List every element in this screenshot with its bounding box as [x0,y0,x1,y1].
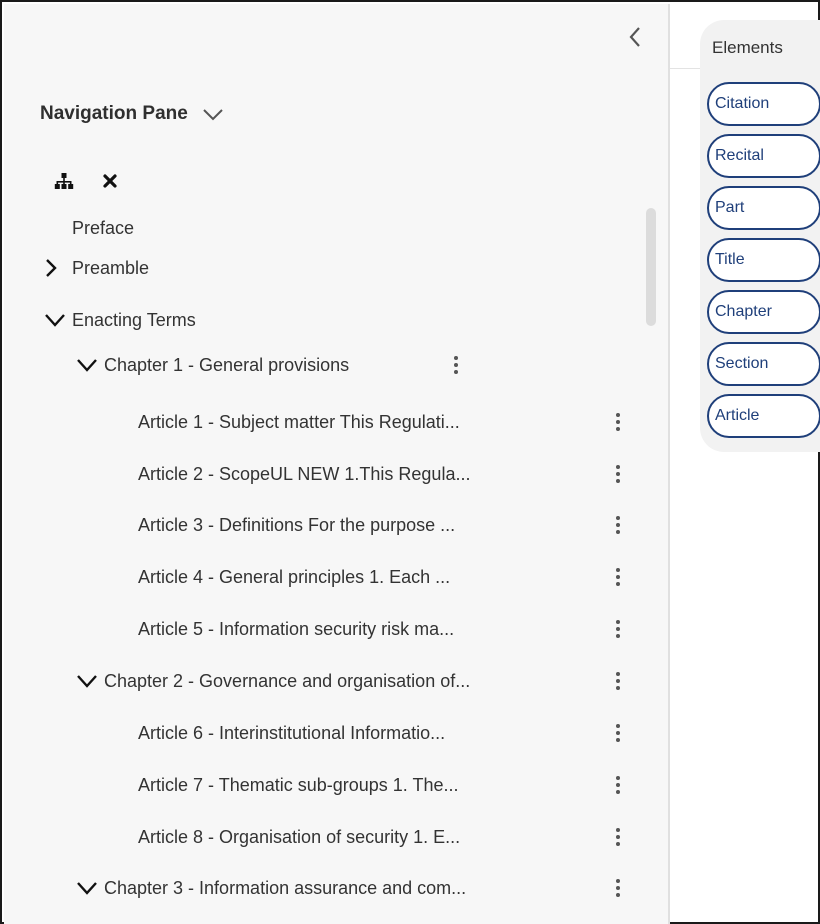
element-label: Recital [715,147,764,164]
chevron-down-icon[interactable] [76,354,104,376]
tree-item-article[interactable]: Article 6 - Interinstitutional Informati… [138,715,445,751]
tree-item-article[interactable]: Article 8 - Organisation of security 1. … [138,819,460,855]
header-rule [670,68,700,69]
tree-scrollbar-thumb[interactable] [646,208,656,326]
element-part[interactable]: Part [707,186,820,230]
more-options-icon[interactable] [610,772,626,798]
app-frame: Navigation Pane Preface Preamble Enactin… [0,0,820,924]
more-options-icon[interactable] [610,512,626,538]
tree-item-label: Article 1 - Subject matter This Regulati… [138,411,460,432]
more-options-icon[interactable] [448,352,464,378]
tree-item-preamble[interactable]: Preamble [44,250,149,286]
tree-item-label: Article 6 - Interinstitutional Informati… [138,722,446,743]
more-options-icon[interactable] [610,409,626,435]
tree-item-article[interactable]: Article 2 - ScopeUL NEW 1.This Regula... [138,456,470,492]
element-title[interactable]: Title [707,238,820,282]
chevron-left-icon [629,27,640,47]
tree-toolbar [52,168,122,194]
close-icon [103,174,117,188]
chevron-down-icon[interactable] [76,877,104,899]
navigation-pane: Navigation Pane Preface Preamble Enactin… [4,4,668,924]
chevron-down-icon [203,109,223,121]
element-article[interactable]: Article [707,394,820,438]
chevron-right-icon[interactable] [44,257,72,279]
element-label: Part [715,199,745,216]
pane-divider[interactable] [668,4,670,924]
more-options-icon[interactable] [610,824,626,850]
tree-item-label: Article 4 - General principles 1. Each .… [138,566,451,587]
structure-view-button[interactable] [52,169,76,193]
more-options-icon[interactable] [610,720,626,746]
tree-item-chapter[interactable]: Chapter 2 - Governance and organisation … [76,663,470,699]
tree-item-label: Chapter 3 - Information assurance and co… [104,877,467,898]
close-tree-button[interactable] [98,169,122,193]
tree-item-enacting-terms[interactable]: Enacting Terms [44,302,196,338]
element-label: Section [715,355,769,372]
tree-item-chapter[interactable]: Chapter 3 - Information assurance and co… [76,870,466,906]
tree-item-label: Chapter 2 - Governance and organisation … [104,670,471,691]
tree-item-label: Preface [72,217,135,238]
elements-panel: Elements Citation Recital Part Title Cha… [700,20,820,452]
element-label: Citation [715,95,770,112]
tree-item-article[interactable]: Article 1 - Subject matter This Regulati… [138,404,460,440]
tree-item-label: Article 3 - Definitions For the purpose … [138,514,456,535]
tree-item-article[interactable]: Article 7 - Thematic sub-groups 1. The..… [138,767,458,803]
tree-item-label: Chapter 1 - General provisions [104,354,350,375]
element-label: Title [715,251,745,268]
tree-item-label: Article 2 - ScopeUL NEW 1.This Regula... [138,463,471,484]
element-label: Article [715,407,760,424]
tree-item-article[interactable]: Article 4 - General principles 1. Each .… [138,559,450,595]
tree-item-label: Preamble [72,257,150,278]
tree-item-chapter[interactable]: Chapter 1 - General provisions [76,347,349,383]
elements-panel-title: Elements [712,38,783,57]
more-options-icon[interactable] [610,564,626,590]
more-options-icon[interactable] [610,461,626,487]
element-label: Chapter [715,303,772,320]
element-section[interactable]: Section [707,342,820,386]
more-options-icon[interactable] [610,875,626,901]
tree-item-article[interactable]: Article 3 - Definitions For the purpose … [138,507,455,543]
navigation-pane-title: Navigation Pane [40,103,188,124]
more-options-icon[interactable] [610,668,626,694]
element-recital[interactable]: Recital [707,134,820,178]
element-chapter[interactable]: Chapter [707,290,820,334]
tree-item-label: Enacting Terms [72,309,196,330]
more-options-icon[interactable] [610,616,626,642]
tree-item-label: Article 5 - Information security risk ma… [138,618,455,639]
tree-item-article[interactable]: Article 5 - Information security risk ma… [138,611,454,647]
collapse-pane-button[interactable] [622,22,648,52]
sitemap-icon [54,173,74,189]
tree-item-label: Article 8 - Organisation of security 1. … [138,826,461,847]
tree-item-preface[interactable]: Preface [72,210,134,246]
navigation-pane-header[interactable]: Navigation Pane [40,100,224,128]
chevron-down-icon[interactable] [44,309,72,331]
element-citation[interactable]: Citation [707,82,820,126]
chevron-down-icon[interactable] [76,670,104,692]
tree-item-label: Article 7 - Thematic sub-groups 1. The..… [138,774,459,795]
